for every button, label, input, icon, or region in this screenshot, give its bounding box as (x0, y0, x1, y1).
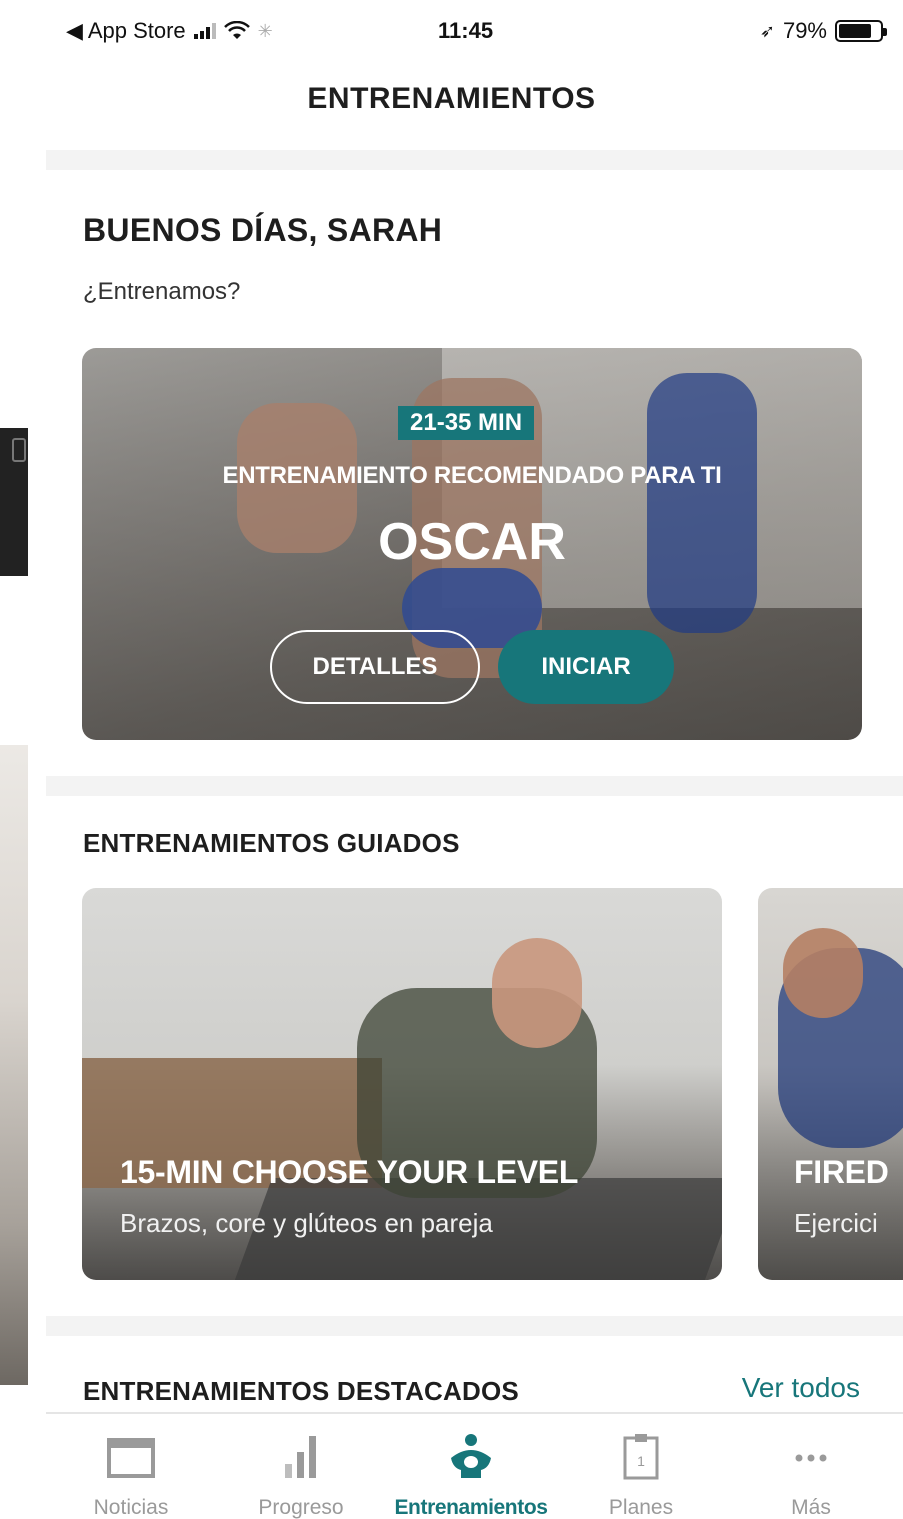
greeting-title: BUENOS DÍAS, SARAH (83, 212, 443, 248)
news-icon (107, 1438, 155, 1478)
tab-plans[interactable]: 1 Planes (556, 1414, 726, 1519)
tab-workouts[interactable]: Entrenamientos (386, 1414, 556, 1519)
workout-name: OSCAR (378, 513, 566, 571)
background-card-fragment (0, 428, 28, 576)
recommended-caption: ENTRENAMIENTO RECOMENDADO PARA TI (222, 462, 722, 489)
tab-label: Entrenamientos (394, 1496, 548, 1519)
guided-card-subtitle: Brazos, core y glúteos en pareja (120, 1208, 493, 1238)
section-divider (46, 150, 903, 170)
recommended-workout-card[interactable]: 21-35 MIN ENTRENAMIENTO RECOMENDADO PARA… (82, 348, 862, 740)
guided-card-title: 15-MIN CHOOSE YOUR LEVEL (120, 1154, 579, 1190)
greeting-subtitle: ¿Entrenamos? (83, 278, 241, 305)
battery-fill (839, 24, 871, 38)
tab-label: Noticias (93, 1496, 169, 1519)
card-photo-head (783, 928, 863, 1018)
card-photo-head (492, 938, 582, 1048)
page-title: ENTRENAMIENTOS (307, 82, 596, 115)
tab-label: Planes (608, 1496, 674, 1519)
calendar-day-number: 1 (637, 1453, 645, 1469)
battery-icon (835, 20, 887, 42)
status-bar: ◀ App Store ✳ 11:45 ➶ 79% (0, 0, 903, 62)
section-divider (46, 776, 903, 796)
tab-progress[interactable]: Progreso (216, 1414, 386, 1519)
guided-section-title: ENTRENAMIENTOS GUIADOS (83, 828, 460, 858)
tab-label: Progreso (258, 1496, 344, 1519)
battery-percent: 79% (782, 18, 827, 43)
tab-label: Más (791, 1496, 831, 1519)
tab-news[interactable]: Noticias (46, 1414, 216, 1519)
back-to-app-store[interactable]: ◀ App Store (66, 18, 186, 44)
guided-card-title: FIRED (794, 1154, 889, 1190)
cellular-signal-icon (193, 23, 216, 39)
wifi-icon (223, 21, 250, 39)
progress-chart-icon (285, 1436, 316, 1478)
featured-section-title: ENTRENAMIENTOS DESTACADOS (83, 1376, 519, 1406)
status-right: ➶ 79% (759, 18, 887, 44)
background-device-icon (12, 438, 26, 462)
guided-workout-card[interactable]: 15-MIN CHOOSE YOUR LEVEL Brazos, core y … (82, 888, 722, 1280)
tab-more[interactable]: Más (726, 1414, 896, 1519)
calendar-plans-icon: 1 (623, 1434, 659, 1480)
workout-person-icon (451, 1434, 491, 1478)
hero-photo-person (647, 373, 757, 633)
status-time: 11:45 (438, 18, 494, 43)
see-all-link[interactable]: Ver todos (742, 1372, 860, 1404)
loading-spinner-icon: ✳ (257, 20, 273, 41)
bottom-tab-bar: Noticias Progreso Entrenamientos 1 Plane… (46, 1412, 903, 1519)
details-button[interactable]: DETALLES (270, 630, 480, 704)
guided-workout-card[interactable]: FIRED Ejercici (758, 888, 903, 1280)
section-divider (46, 1316, 903, 1336)
status-left: ◀ App Store ✳ (66, 18, 273, 44)
more-dots-icon (795, 1454, 827, 1462)
guided-card-subtitle: Ejercici (794, 1208, 878, 1238)
start-button[interactable]: INICIAR (498, 630, 674, 704)
background-photo-fragment (0, 745, 28, 1385)
location-arrow-icon: ➶ (759, 20, 775, 41)
duration-badge: 21-35 MIN (398, 406, 535, 440)
